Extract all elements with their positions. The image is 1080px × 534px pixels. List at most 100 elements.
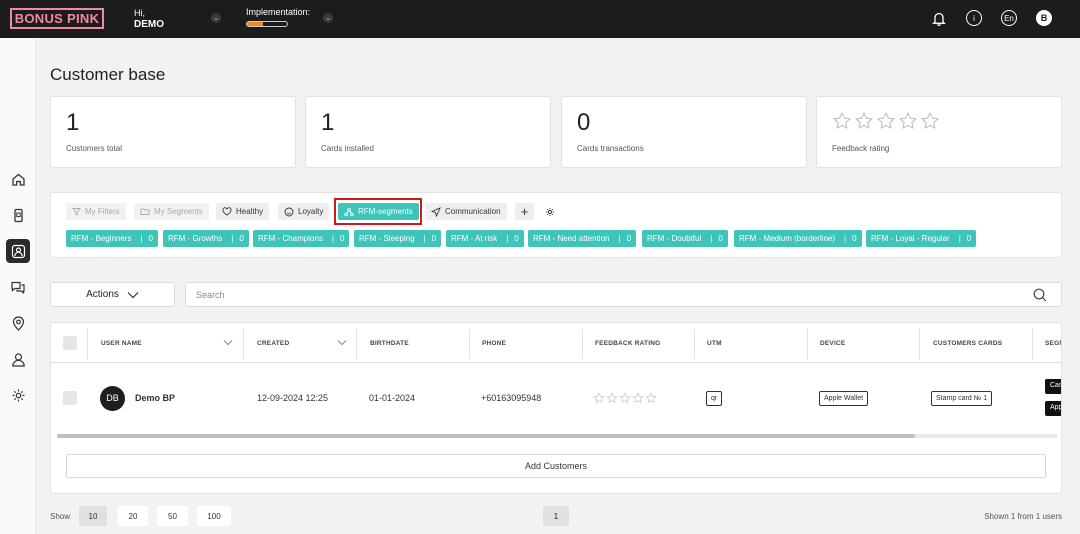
star-icon <box>898 111 918 130</box>
segment-label: RFM - Beginners <box>71 234 132 243</box>
rfm-segment-chip[interactable]: RFM - Medium (borderline) | 0 <box>734 230 862 247</box>
stat-value: 1 <box>321 109 335 136</box>
column-header-customers-cards[interactable]: CUSTOMERS CARDS <box>933 323 1002 363</box>
column-header-phone[interactable]: PHONE <box>482 323 506 363</box>
rfm-segment-chip[interactable]: RFM - Champions | 0 <box>253 230 350 247</box>
created-cell: 12-09-2024 12:25 <box>257 393 329 403</box>
select-all-checkbox[interactable] <box>63 336 77 350</box>
rfm-segment-chip[interactable]: RFM - Doubtful | 0 <box>642 230 728 247</box>
sidebar <box>0 38 36 534</box>
rfm-segment-chip[interactable]: RFM - Sleeping | 0 <box>354 230 442 247</box>
chat-icon[interactable] <box>6 275 30 299</box>
horizontal-scrollbar[interactable] <box>57 434 1057 438</box>
column-header-user-name[interactable]: USER NAME <box>101 323 142 363</box>
table-header: USER NAME CREATED BIRTHDATE PHONE FEEDBA… <box>51 323 1061 363</box>
segment-count: 0 <box>852 234 857 243</box>
column-header-device[interactable]: DEVICE <box>820 323 845 363</box>
filter-icon <box>72 208 81 216</box>
segment-count: 0 <box>718 234 723 243</box>
star-icon <box>645 392 657 403</box>
column-header-utm[interactable]: UTM <box>707 323 722 363</box>
home-icon[interactable] <box>6 167 30 191</box>
segment-settings-gear-icon[interactable] <box>540 203 559 220</box>
rfm-highlight-box <box>334 198 422 225</box>
actions-dropdown[interactable]: Actions <box>50 282 175 307</box>
customers-icon[interactable] <box>6 239 30 263</box>
search-icon[interactable] <box>1033 288 1047 302</box>
implementation-label: Implementation: <box>246 7 311 17</box>
segment-filter-panel: My Filters My Segments Healthy Loyalty R… <box>50 192 1062 258</box>
sort-chevron-down-icon[interactable] <box>223 339 233 346</box>
my-segments-label: My Segments <box>154 207 203 216</box>
column-header-segments[interactable]: SEGM <box>1045 323 1061 363</box>
search-box <box>185 282 1062 307</box>
segment-label: RFM - Growths <box>168 234 223 243</box>
send-icon <box>431 206 441 217</box>
device-cell: Apple Wallet <box>819 363 869 433</box>
star-icon <box>920 111 940 130</box>
star-icon <box>854 111 874 130</box>
page-size-100[interactable]: 100 <box>197 506 231 526</box>
page-size-20[interactable]: 20 <box>118 506 148 526</box>
column-divider <box>807 329 808 359</box>
customers-table: USER NAME CREATED BIRTHDATE PHONE FEEDBA… <box>50 322 1062 494</box>
mobile-card-icon[interactable] <box>6 203 30 227</box>
account-avatar[interactable]: B <box>1036 10 1052 26</box>
column-header-birthdate[interactable]: BIRTHDATE <box>370 323 409 363</box>
user-name-cell[interactable]: DB Demo BP <box>100 363 175 433</box>
location-icon[interactable] <box>6 311 30 335</box>
page-size-10[interactable]: 10 <box>79 506 107 526</box>
star-icon <box>606 392 618 403</box>
rfm-segment-chip[interactable]: RFM - Loyal - Regular | 0 <box>866 230 977 247</box>
card-tag[interactable]: Stamp card № 1 <box>931 390 993 406</box>
star-icon <box>619 392 631 403</box>
account-chevron-down-icon[interactable]: ⌄ <box>211 13 221 23</box>
page-number-1[interactable]: 1 <box>543 506 569 526</box>
segment-label: RFM - Doubtful <box>647 234 702 243</box>
column-divider <box>582 329 583 359</box>
info-icon[interactable]: i <box>966 10 982 26</box>
stat-card-cards-installed: 1 Cards installed <box>305 96 551 168</box>
table-row[interactable]: DB Demo BP 12-09-2024 12:25 01-01-2024 +… <box>51 363 1061 433</box>
utm-cell: qr <box>706 363 723 433</box>
utm-tag: qr <box>706 390 723 406</box>
brand-logo[interactable]: BONUS PINK <box>10 8 104 29</box>
my-segments-button[interactable]: My Segments <box>134 203 209 220</box>
add-segment-button[interactable]: + <box>515 203 534 220</box>
rfm-segment-chip[interactable]: RFM - At risk | 0 <box>446 230 524 247</box>
column-header-created[interactable]: CREATED <box>257 323 289 363</box>
stat-card-cards-transactions: 0 Cards transactions <box>561 96 807 168</box>
settings-gear-icon[interactable] <box>6 383 30 407</box>
stat-card-customers-total: 1 Customers total <box>50 96 296 168</box>
language-switch[interactable]: En <box>1001 10 1017 26</box>
scrollbar-thumb[interactable] <box>57 434 915 438</box>
rfm-segment-chip[interactable]: RFM - Need attention | 0 <box>528 230 637 247</box>
sort-chevron-down-icon[interactable] <box>337 339 347 346</box>
row-checkbox[interactable] <box>63 391 77 405</box>
segment-label: RFM - At risk <box>451 234 498 243</box>
segment-count: 0 <box>148 234 153 243</box>
add-customers-button[interactable]: Add Customers <box>66 454 1046 478</box>
bell-icon[interactable] <box>931 10 947 26</box>
column-divider <box>694 329 695 359</box>
greeting-text: Hi, <box>134 8 145 18</box>
search-input[interactable] <box>196 287 1016 303</box>
my-filters-button[interactable]: My Filters <box>66 203 126 220</box>
loyalty-tab[interactable]: Loyalty <box>278 203 330 220</box>
page-size-50[interactable]: 50 <box>157 506 188 526</box>
implementation-chevron-down-icon[interactable]: ⌄ <box>323 13 333 23</box>
customers-cards-cell: Stamp card № 1 <box>931 363 993 433</box>
communication-tab[interactable]: Communication <box>425 203 507 220</box>
folder-icon <box>140 208 150 215</box>
healthy-tab[interactable]: Healthy <box>216 203 270 220</box>
rfm-segment-chip[interactable]: RFM - Beginners | 0 <box>66 230 158 247</box>
user-profile-icon[interactable] <box>6 347 30 371</box>
column-header-feedback-rating[interactable]: FEEDBACK RATING <box>595 323 660 363</box>
rfm-segment-chip[interactable]: RFM - Growths | 0 <box>163 230 249 247</box>
stat-label: Feedback rating <box>832 144 890 153</box>
user-name[interactable]: Demo BP <box>135 393 175 403</box>
segment-button[interactable]: App <box>1045 401 1061 416</box>
stat-label: Cards installed <box>321 144 374 153</box>
segment-button[interactable]: Can <box>1045 379 1061 394</box>
feedback-rating-cell <box>593 363 657 433</box>
